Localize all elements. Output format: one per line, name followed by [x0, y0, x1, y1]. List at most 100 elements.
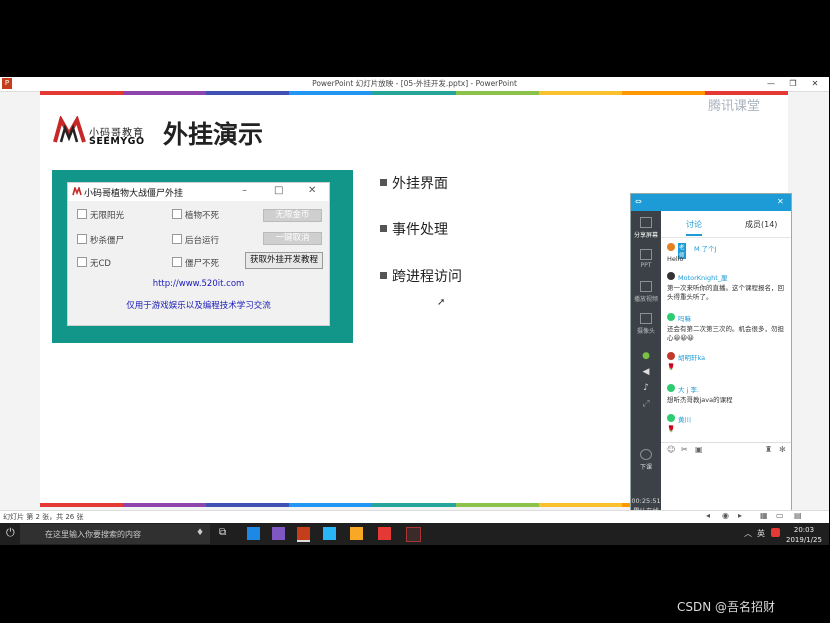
bullet-text: 跨进程访问	[392, 269, 462, 285]
chat-tabs: 讨论 成员(14)	[661, 211, 791, 238]
timer-value: 00:25:51	[631, 497, 661, 505]
app-icon[interactable]	[406, 527, 421, 542]
slide-counter: 幻灯片 第 2 张，共 26 张	[3, 513, 84, 521]
trainer-url-link[interactable]: http://www.520it.com	[68, 279, 329, 289]
checkbox-box[interactable]	[172, 209, 182, 219]
powerpoint-taskbar-icon[interactable]	[297, 527, 310, 542]
bell-icon[interactable]: ♜	[765, 445, 772, 454]
prev-slide-icon[interactable]: ◂	[706, 511, 710, 520]
panel-menu-icon[interactable]: ⇔	[635, 197, 642, 206]
infinite-gold-button[interactable]: 无限金币	[263, 209, 322, 222]
scissors-icon[interactable]: ✂	[681, 445, 688, 454]
cancel-all-button[interactable]: 一键取消	[263, 232, 322, 245]
share-screen-button[interactable]: 分享屏幕	[631, 217, 661, 239]
checkbox-label: 无CD	[90, 259, 111, 269]
message-text: Hello	[667, 255, 684, 263]
bullet-text: 事件处理	[392, 222, 448, 238]
taskbar-search[interactable]: 在这里输入你要搜索的内容 ♦	[20, 524, 210, 544]
message-author[interactable]: 胡明轩ka	[678, 352, 705, 362]
trainer-note: 仅用于游戏娱乐以及编程技术学习交流	[126, 301, 271, 311]
minimize-button[interactable]: —	[760, 78, 782, 90]
checkbox-zombies-invincible[interactable]: 僵尸不死	[172, 257, 219, 269]
checkbox-no-cd[interactable]: 无CD	[77, 257, 111, 269]
close-button[interactable]: ✕	[804, 78, 826, 90]
trainer-logo-icon	[72, 187, 82, 196]
slide-title: 外挂演示	[163, 120, 264, 149]
task-view-icon[interactable]: ⧉	[219, 527, 226, 538]
emoji-icon[interactable]: ☺	[667, 445, 675, 454]
checkbox-plants-invincible[interactable]: 植物不死	[172, 209, 219, 221]
play-video-button[interactable]: 播放视频	[631, 281, 661, 303]
app-icon[interactable]	[350, 527, 363, 540]
message-author[interactable]: 吗嘛	[678, 313, 691, 323]
window-titlebar: P PowerPoint 幻灯片放映 - [05-外挂开发.pptx] - Po…	[0, 77, 829, 92]
ppt-icon	[640, 249, 652, 260]
message-author[interactable]: MotorKnight_厘	[678, 272, 728, 282]
checkbox-label: 无限阳光	[90, 211, 125, 221]
brand-mark-icon	[53, 116, 86, 143]
side-label: 下课	[639, 464, 652, 471]
pause-icon[interactable]: ◉	[722, 511, 729, 520]
ppt-button[interactable]: PPT	[631, 249, 661, 269]
tab-discussion[interactable]: 讨论	[686, 219, 702, 236]
image-icon[interactable]: ▣	[695, 445, 703, 454]
reading-view-icon[interactable]: ▭	[776, 511, 784, 520]
message-text: 🌹	[667, 363, 676, 371]
checkbox-box[interactable]	[77, 234, 87, 244]
ime-indicator[interactable]: 英	[757, 528, 765, 539]
slide-sorter-icon[interactable]: ▦	[760, 511, 768, 520]
clock-date: 2019/1/25	[786, 536, 822, 544]
next-slide-icon[interactable]: ▸	[738, 511, 742, 520]
end-class-button[interactable]: 下课	[631, 449, 661, 471]
trainer-close-button[interactable]: ✕	[308, 185, 316, 196]
message-text: 第一次来听你的直播。这个课程报名，回头得重头听了。	[667, 284, 784, 301]
mic-icon[interactable]: ●	[631, 351, 661, 361]
visual-studio-icon[interactable]	[272, 527, 285, 540]
tray-chevron-icon[interactable]: ︿	[744, 528, 752, 539]
microphone-icon[interactable]: ♦	[196, 528, 204, 538]
trainer-titlebar: 小码哥植物大战僵尸外挂 – □ ✕	[68, 183, 329, 201]
message-text: 还会有第二次第三次的。机会很多，勿担心😀😀😀	[667, 325, 784, 342]
expand-icon[interactable]: ⤢	[631, 399, 661, 409]
wechat-avatar-icon	[667, 414, 675, 422]
trainer-maximize-button[interactable]: □	[274, 185, 283, 196]
checkbox-box[interactable]	[172, 257, 182, 267]
bullet-item: 事件处理	[380, 219, 448, 239]
status-bar: 幻灯片 第 2 张，共 26 张 ◂ ◉ ▸ ▦ ▭ ▤	[0, 510, 829, 524]
slide-top-stripe	[40, 91, 788, 95]
checkbox-box[interactable]	[77, 209, 87, 219]
windows-taskbar: ⏻ 在这里输入你要搜索的内容 ♦ ⧉ ︿ 英 20:03 2019/1/25	[0, 523, 829, 545]
app-icon[interactable]	[247, 527, 260, 540]
get-tutorial-button[interactable]: 获取外挂开发教程	[245, 252, 323, 269]
checkbox-instant-kill[interactable]: 秒杀僵尸	[77, 234, 124, 246]
checkbox-box[interactable]	[77, 257, 87, 267]
message-author[interactable]: 大 j 李.	[678, 384, 699, 394]
tray-app-icon[interactable]	[771, 528, 780, 537]
speaker-icon[interactable]: ◀	[631, 367, 661, 377]
message-author[interactable]: 黄川	[678, 414, 691, 424]
music-icon[interactable]: ♪	[631, 383, 661, 393]
avatar	[667, 243, 675, 251]
tab-members[interactable]: 成员(14)	[745, 219, 777, 230]
presenter-view-icon[interactable]: ▤	[794, 511, 802, 520]
camera-button[interactable]: 摄像头	[631, 313, 661, 335]
settings-icon[interactable]: ✻	[779, 445, 786, 454]
app-icon[interactable]	[378, 527, 391, 540]
checkbox-box[interactable]	[172, 234, 182, 244]
brand-name-en: SEEMYGO	[89, 136, 145, 147]
powerpoint-window: P PowerPoint 幻灯片放映 - [05-外挂开发.pptx] - Po…	[0, 77, 829, 529]
panel-close-icon[interactable]: ✕	[777, 197, 784, 206]
checkbox-background-run[interactable]: 后台运行	[172, 234, 219, 246]
message-text: 想听杰哥教java的课程	[667, 396, 733, 404]
taskbar-clock[interactable]: 20:03 2019/1/25	[786, 525, 822, 545]
side-label: PPT	[640, 262, 652, 269]
power-icon	[640, 449, 652, 460]
restore-button[interactable]: ❐	[782, 78, 804, 90]
bullet-item: 跨进程访问	[380, 266, 462, 286]
power-icon[interactable]: ⏻	[6, 526, 15, 540]
message-author[interactable]: M 了个J	[694, 243, 717, 253]
trainer-minimize-button[interactable]: –	[242, 185, 247, 196]
checkbox-infinite-sun[interactable]: 无限阳光	[77, 209, 124, 221]
bullet-item: 外挂界面	[380, 173, 448, 193]
tencent-classroom-icon[interactable]	[323, 527, 336, 540]
